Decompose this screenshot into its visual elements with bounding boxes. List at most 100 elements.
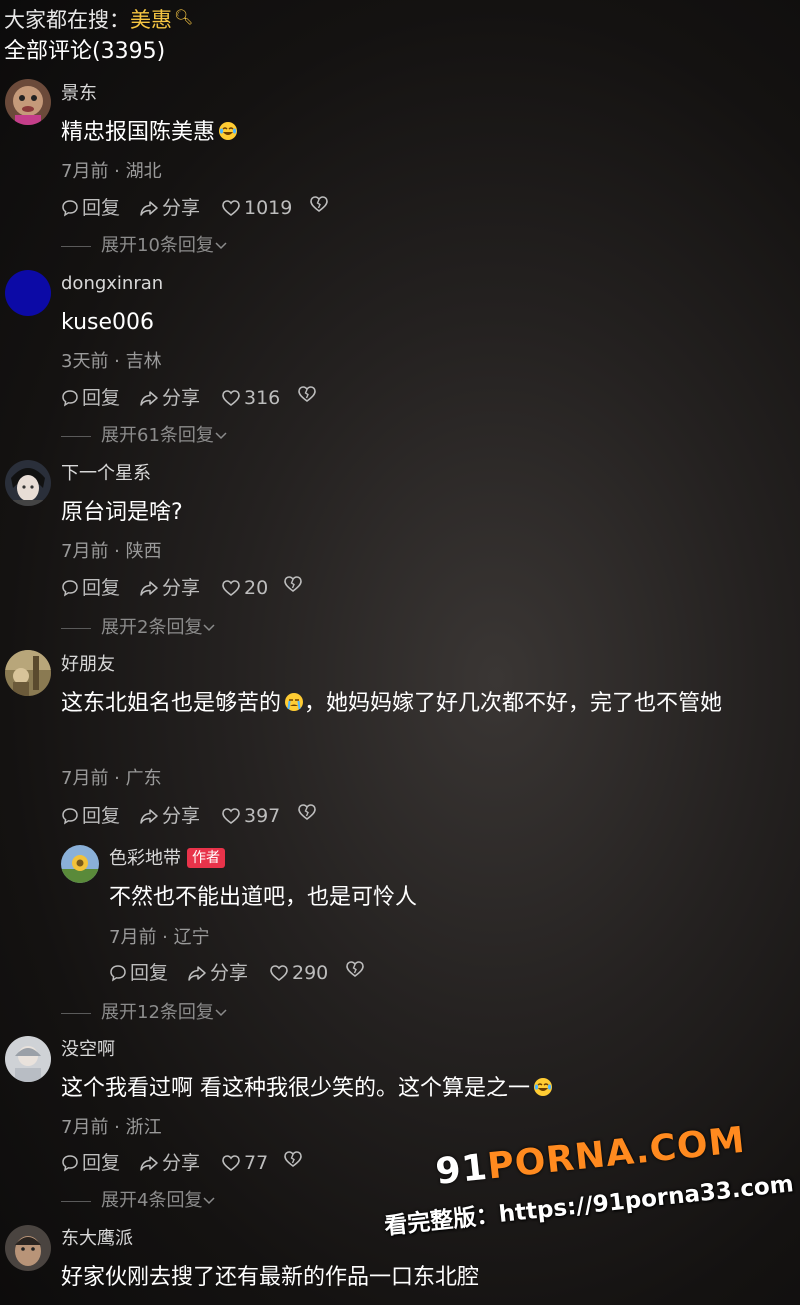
- avatar[interactable]: [5, 270, 51, 316]
- reply-username[interactable]: 色彩地带 作者: [109, 847, 225, 871]
- share-button[interactable]: 分享: [139, 385, 200, 411]
- avatar[interactable]: [5, 1225, 51, 1271]
- hot-search-prefix: 大家都在搜：: [4, 8, 130, 32]
- search-icon[interactable]: 🔍︎: [174, 8, 193, 26]
- divider: [61, 1012, 91, 1014]
- comment-meta: 7月前 · 浙江: [61, 1117, 162, 1138]
- expand-replies-button[interactable]: 展开2条回复: [61, 616, 216, 640]
- broken-heart-icon: [284, 1151, 302, 1168]
- like-count: 20: [244, 577, 269, 599]
- like-button[interactable]: 77: [221, 1150, 268, 1176]
- comment-meta: 7月前 · 陕西: [61, 541, 162, 562]
- avatar[interactable]: [5, 79, 51, 125]
- like-count: 1019: [244, 197, 293, 219]
- like-button[interactable]: 397: [221, 803, 280, 829]
- dislike-button[interactable]: [309, 195, 329, 213]
- username[interactable]: dongxinran: [61, 272, 163, 296]
- divider: [61, 245, 91, 247]
- share-arrow-icon: [140, 1156, 158, 1171]
- share-button[interactable]: 分享: [187, 960, 248, 986]
- like-button[interactable]: 316: [221, 385, 280, 411]
- like-button[interactable]: 20: [221, 575, 268, 601]
- comment-meta: 3天前 · 吉林: [61, 351, 162, 372]
- hot-search-keyword[interactable]: 美惠: [130, 8, 172, 32]
- share-arrow-icon: [140, 581, 158, 596]
- heart-icon: [222, 390, 240, 407]
- broken-heart-icon: [346, 961, 364, 978]
- dislike-button[interactable]: [297, 803, 317, 821]
- comment-text: 好家伙刚去搜了还有最新的作品一口东北腔: [61, 1265, 480, 1290]
- crying-emoji: [284, 688, 304, 724]
- reply-button[interactable]: 回复: [61, 195, 120, 221]
- expand-replies-button[interactable]: 展开61条回复: [61, 424, 228, 448]
- username[interactable]: 没空啊: [61, 1038, 115, 1062]
- laugh-cry-emoji: [533, 1073, 553, 1109]
- comment-actions: 回复 分享 20: [61, 575, 361, 601]
- chevron-down-icon: [215, 1009, 227, 1017]
- reply-button[interactable]: 回复: [61, 803, 120, 829]
- share-button[interactable]: 分享: [139, 1150, 200, 1176]
- share-button[interactable]: 分享: [139, 803, 200, 829]
- hot-search-bar[interactable]: 大家都在搜：美惠 🔍︎: [4, 2, 193, 35]
- dislike-button[interactable]: [283, 1150, 303, 1168]
- like-count: 316: [244, 387, 281, 409]
- heart-icon: [222, 200, 240, 217]
- reply-button[interactable]: 回复: [61, 575, 120, 601]
- author-badge: 作者: [187, 848, 225, 868]
- dislike-button[interactable]: [345, 960, 365, 978]
- avatar[interactable]: [5, 650, 51, 696]
- speech-bubble-icon: [62, 580, 78, 597]
- chevron-down-icon: [215, 432, 227, 440]
- broken-heart-icon: [298, 386, 316, 403]
- expand-replies-button[interactable]: 展开4条回复: [61, 1189, 216, 1213]
- share-button[interactable]: 分享: [139, 575, 200, 601]
- comment-text: 原台词是啥?: [61, 500, 183, 525]
- speech-bubble-icon: [62, 808, 78, 825]
- comment-actions: 回复 分享 77: [61, 1150, 361, 1176]
- reply-meta: 7月前 · 辽宁: [109, 927, 210, 948]
- speech-bubble-icon: [110, 965, 126, 982]
- like-button[interactable]: 290: [269, 960, 328, 986]
- share-button[interactable]: 分享: [139, 195, 200, 221]
- reply-text: 不然也不能出道吧，也是可怜人: [109, 885, 418, 910]
- share-arrow-icon: [140, 391, 158, 406]
- avatar[interactable]: [61, 845, 99, 883]
- comment-count-title: 全部评论(3395): [4, 39, 166, 64]
- chevron-down-icon: [203, 1197, 215, 1205]
- username[interactable]: 景东: [61, 82, 97, 106]
- broken-heart-icon: [298, 804, 316, 821]
- dislike-button[interactable]: [283, 575, 303, 593]
- avatar[interactable]: [5, 460, 51, 506]
- divider: [61, 627, 91, 629]
- heart-icon: [222, 808, 240, 825]
- comment-actions: 回复 分享 316: [61, 385, 361, 411]
- heart-icon: [222, 580, 240, 597]
- comment-text: 这东北姐名也是够苦的 ，她妈妈嫁了好几次都不好，完了也不管她: [61, 686, 799, 724]
- reply-button[interactable]: 回复: [61, 385, 120, 411]
- comment-actions: 回复 分享 397: [61, 803, 361, 829]
- broken-heart-icon: [284, 576, 302, 593]
- share-arrow-icon: [140, 201, 158, 216]
- username[interactable]: 东大鹰派: [61, 1227, 133, 1251]
- like-button[interactable]: 1019: [221, 195, 292, 221]
- expand-replies-button[interactable]: 展开10条回复: [61, 234, 228, 258]
- username[interactable]: 下一个星系: [61, 462, 151, 486]
- like-count: 290: [292, 962, 329, 984]
- reply-button[interactable]: 回复: [109, 960, 168, 986]
- divider: [61, 435, 91, 437]
- share-arrow-icon: [188, 966, 206, 981]
- comment-meta: 7月前 · 广东: [61, 768, 162, 789]
- comment-meta: 7月前 · 湖北: [61, 161, 162, 182]
- speech-bubble-icon: [62, 200, 78, 217]
- reply-button[interactable]: 回复: [61, 1150, 120, 1176]
- heart-icon: [222, 1155, 240, 1172]
- comment-text: 精忠报国陈美惠: [61, 115, 238, 153]
- username[interactable]: 好朋友: [61, 653, 115, 677]
- laugh-cry-emoji: [218, 117, 238, 153]
- expand-replies-button[interactable]: 展开12条回复: [61, 1001, 228, 1025]
- comment-text: kuse006: [61, 310, 154, 335]
- dislike-button[interactable]: [297, 385, 317, 403]
- chevron-down-icon: [215, 242, 227, 250]
- divider: [61, 1200, 91, 1202]
- avatar[interactable]: [5, 1036, 51, 1082]
